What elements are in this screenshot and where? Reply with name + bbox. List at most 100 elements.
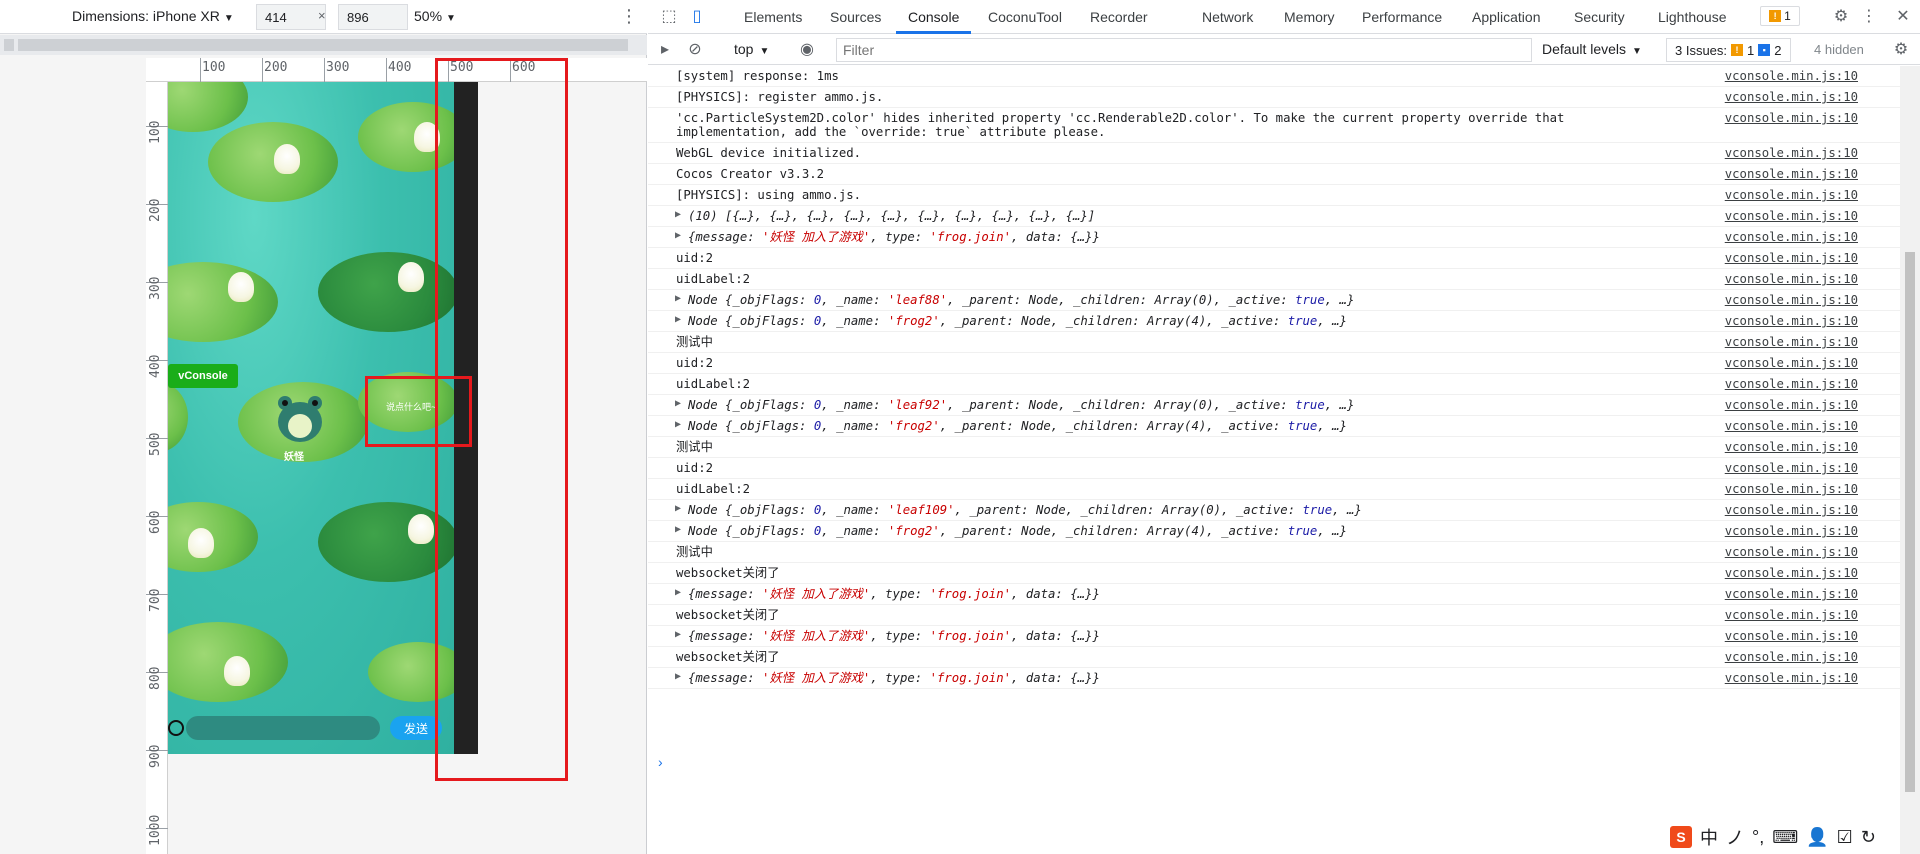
height-input[interactable]: 896 — [338, 4, 408, 30]
console-row[interactable]: uid:2 vconsole.min.js:10 — [648, 353, 1900, 374]
close-icon[interactable]: ✕ — [1894, 8, 1912, 26]
console-row[interactable]: ▶ {message: '妖怪 加入了游戏', type: 'frog.join'… — [648, 668, 1900, 689]
expand-arrow-icon[interactable]: ▶ — [675, 419, 681, 430]
source-link[interactable]: vconsole.min.js:10 — [1725, 111, 1858, 125]
device-toggle-icon[interactable]: ▯ — [688, 8, 706, 26]
vconsole-button[interactable]: vConsole — [168, 364, 238, 388]
media-segment[interactable] — [18, 39, 628, 51]
source-link[interactable]: vconsole.min.js:10 — [1725, 188, 1858, 202]
expand-arrow-icon[interactable]: ▶ — [675, 503, 681, 514]
issues-counter[interactable]: ! 1 — [1760, 6, 1800, 26]
console-row[interactable]: [PHYSICS]: using ammo.js. vconsole.min.js… — [648, 185, 1900, 206]
device-select[interactable]: Dimensions: iPhone XR ▼ — [72, 8, 234, 24]
expand-arrow-icon[interactable]: ▶ — [675, 671, 681, 682]
tray-icon[interactable]: ☑ — [1837, 827, 1853, 848]
zoom-select[interactable]: 50% ▼ — [414, 8, 456, 24]
console-row[interactable]: ▶ (10) [{…}, {…}, {…}, {…}, {…}, {…}, {…}… — [648, 206, 1900, 227]
inspect-icon[interactable]: ⬚ — [660, 8, 678, 26]
console-row[interactable]: 测试中 vconsole.min.js:10 — [648, 542, 1900, 563]
tab-elements[interactable]: Elements — [744, 9, 802, 25]
console-row[interactable]: websocket关闭了 vconsole.min.js:10 — [648, 605, 1900, 626]
tab-performance[interactable]: Performance — [1362, 9, 1442, 25]
source-link[interactable]: vconsole.min.js:10 — [1725, 356, 1858, 370]
source-link[interactable]: vconsole.min.js:10 — [1725, 293, 1858, 307]
console-row[interactable]: ▶ Node {_objFlags: 0, _name: 'frog2', _pa… — [648, 416, 1900, 437]
expand-arrow-icon[interactable]: ▶ — [675, 629, 681, 640]
console-row[interactable]: ▶ Node {_objFlags: 0, _name: 'frog2', _pa… — [648, 311, 1900, 332]
source-link[interactable]: vconsole.min.js:10 — [1725, 146, 1858, 160]
console-row[interactable]: uidLabel:2 vconsole.min.js:10 — [648, 374, 1900, 395]
source-link[interactable]: vconsole.min.js:10 — [1725, 524, 1858, 538]
console-log[interactable]: [system] response: 1ms vconsole.min.js:10… — [648, 66, 1900, 854]
tray-icon[interactable]: ⌨ — [1772, 827, 1798, 848]
tab-sources[interactable]: Sources — [830, 9, 881, 25]
console-row[interactable]: websocket关闭了 vconsole.min.js:10 — [648, 563, 1900, 584]
source-link[interactable]: vconsole.min.js:10 — [1725, 69, 1858, 83]
console-row[interactable]: websocket关闭了 vconsole.min.js:10 — [648, 647, 1900, 668]
source-link[interactable]: vconsole.min.js:10 — [1725, 419, 1858, 433]
source-link[interactable]: vconsole.min.js:10 — [1725, 461, 1858, 475]
scrollbar[interactable] — [1900, 66, 1920, 854]
console-row[interactable]: uidLabel:2 vconsole.min.js:10 — [648, 269, 1900, 290]
media-query-bar[interactable] — [0, 35, 647, 55]
tray-icon[interactable]: °, — [1752, 827, 1764, 848]
console-row[interactable]: Cocos Creator v3.3.2 vconsole.min.js:10 — [648, 164, 1900, 185]
tab-recorder[interactable]: Recorder — [1090, 9, 1148, 25]
sidebar-toggle-icon[interactable]: ▸ — [656, 41, 674, 59]
console-row[interactable]: ▶ Node {_objFlags: 0, _name: 'leaf109', _… — [648, 500, 1900, 521]
expand-arrow-icon[interactable]: ▶ — [675, 398, 681, 409]
console-row[interactable]: 测试中 vconsole.min.js:10 — [648, 332, 1900, 353]
tab-lighthouse[interactable]: Lighthouse — [1658, 9, 1727, 25]
log-levels-select[interactable]: Default levels ▼ — [1542, 41, 1642, 57]
source-link[interactable]: vconsole.min.js:10 — [1725, 545, 1858, 559]
chat-input[interactable] — [186, 716, 380, 740]
source-link[interactable]: vconsole.min.js:10 — [1725, 671, 1858, 685]
frog-avatar[interactable] — [272, 392, 328, 448]
source-link[interactable]: vconsole.min.js:10 — [1725, 608, 1858, 622]
tab-console[interactable]: Console — [908, 9, 959, 25]
source-link[interactable]: vconsole.min.js:10 — [1725, 335, 1858, 349]
expand-arrow-icon[interactable]: ▶ — [675, 209, 681, 220]
source-link[interactable]: vconsole.min.js:10 — [1725, 230, 1858, 244]
expand-arrow-icon[interactable]: ▶ — [675, 524, 681, 535]
console-row[interactable]: uid:2 vconsole.min.js:10 — [648, 458, 1900, 479]
expand-arrow-icon[interactable]: ▶ — [675, 587, 681, 598]
console-prompt[interactable]: › — [658, 754, 663, 770]
source-link[interactable]: vconsole.min.js:10 — [1725, 629, 1858, 643]
filter-input[interactable] — [836, 38, 1532, 62]
source-link[interactable]: vconsole.min.js:10 — [1725, 482, 1858, 496]
tray-icon[interactable]: 👤 — [1806, 827, 1828, 848]
expand-arrow-icon[interactable]: ▶ — [675, 314, 681, 325]
gear-icon[interactable]: ⚙ — [1892, 41, 1910, 59]
console-row[interactable]: WebGL device initialized. vconsole.min.js… — [648, 143, 1900, 164]
issues-button[interactable]: 3 Issues: ! 1 ▪ 2 — [1666, 38, 1791, 62]
console-row[interactable]: [system] response: 1ms vconsole.min.js:10 — [648, 66, 1900, 87]
source-link[interactable]: vconsole.min.js:10 — [1725, 503, 1858, 517]
tray-icon[interactable]: ↻ — [1861, 827, 1876, 848]
console-row[interactable]: ▶ {message: '妖怪 加入了游戏', type: 'frog.join'… — [648, 584, 1900, 605]
source-link[interactable]: vconsole.min.js:10 — [1725, 314, 1858, 328]
more-options-icon[interactable]: ⋮ — [1860, 8, 1878, 26]
tray-icon[interactable]: 中 — [1700, 824, 1718, 850]
ime-logo-icon[interactable]: S — [1670, 826, 1692, 848]
source-link[interactable]: vconsole.min.js:10 — [1725, 650, 1858, 664]
scrollbar-thumb[interactable] — [1905, 252, 1915, 792]
source-link[interactable]: vconsole.min.js:10 — [1725, 251, 1858, 265]
console-row[interactable]: uidLabel:2 vconsole.min.js:10 — [648, 479, 1900, 500]
gear-icon[interactable]: ⚙ — [1832, 8, 1850, 26]
tray-icon[interactable]: ノ — [1726, 824, 1744, 850]
source-link[interactable]: vconsole.min.js:10 — [1725, 167, 1858, 181]
width-input[interactable]: 414 — [256, 4, 326, 30]
tab-coconutool[interactable]: CoconuTool — [988, 9, 1062, 25]
media-segment[interactable] — [4, 39, 14, 51]
expand-arrow-icon[interactable]: ▶ — [675, 293, 681, 304]
source-link[interactable]: vconsole.min.js:10 — [1725, 209, 1858, 223]
source-link[interactable]: vconsole.min.js:10 — [1725, 566, 1858, 580]
tab-network[interactable]: Network — [1202, 9, 1253, 25]
console-row[interactable]: [PHYSICS]: register ammo.js. vconsole.min… — [648, 87, 1900, 108]
source-link[interactable]: vconsole.min.js:10 — [1725, 377, 1858, 391]
tab-application[interactable]: Application — [1472, 9, 1541, 25]
console-row[interactable]: ▶ Node {_objFlags: 0, _name: 'leaf92', _p… — [648, 395, 1900, 416]
console-row[interactable]: ▶ Node {_objFlags: 0, _name: 'leaf88', _p… — [648, 290, 1900, 311]
source-link[interactable]: vconsole.min.js:10 — [1725, 587, 1858, 601]
